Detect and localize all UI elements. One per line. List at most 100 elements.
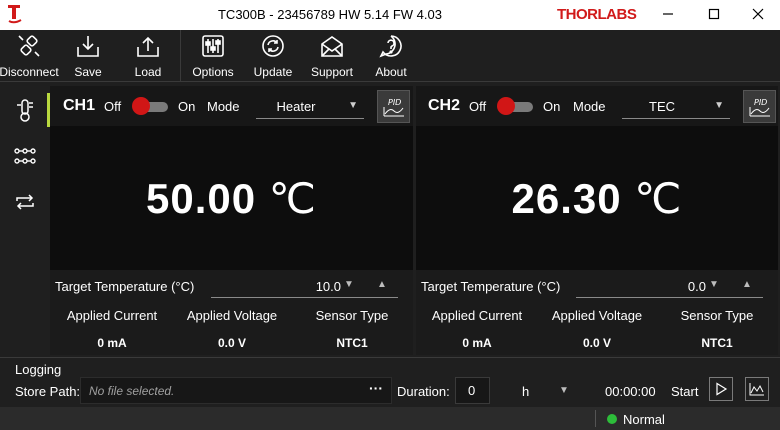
channel-2-output-toggle[interactable] [497,97,535,115]
channel-1-pid-button[interactable]: PID [377,90,410,123]
channel-2-target-decrement-icon[interactable]: ▼ [709,279,719,290]
duration-input[interactable]: 0 [455,377,490,404]
channel-2-name: CH2 [428,97,461,114]
pid-chart-icon: PID [383,98,404,116]
channel-2-actual-temperature: 26.30 ℃ [416,174,778,223]
channel-1-target-label: Target Temperature (°C) [55,279,195,294]
status-bar: Normal [0,407,780,430]
channel-2-target-value: 0.0 [687,279,706,294]
channel-1-applied-current-value: 0 mA [97,336,127,350]
toolbar: Disconnect Save Load Options Update Supp… [0,30,780,82]
channel-2-header: CH2 Off On Mode TEC ▼ PID [416,86,778,126]
log-chart-button[interactable] [745,377,769,401]
duration-unit-value: h [522,384,530,399]
channel-2-target-input[interactable]: 0.0 ▼ ▲ [576,274,763,298]
start-label: Start [671,384,699,399]
logging-title: Logging [15,362,62,377]
disconnect-label: Disconnect [0,65,59,79]
channel-2-on-label: On [543,99,561,114]
svg-text:PID: PID [388,98,401,107]
about-button[interactable]: About [370,30,412,82]
channel-1-mode-value: Heater [276,99,316,114]
update-button[interactable]: Update [252,30,294,82]
save-button[interactable]: Save [68,30,108,82]
title-bar: TC300B - 23456789 HW 5.14 FW 4.03 THORLA… [0,0,780,30]
channel-1-mode-label: Mode [207,99,240,114]
options-label: Options [192,65,234,79]
nav-temperature[interactable] [0,87,50,133]
options-button[interactable]: Options [190,30,236,82]
channel-1-actual-temperature: 50.00 ℃ [50,174,413,223]
save-icon [77,36,99,57]
status-indicator-icon [607,414,617,424]
channel-1-target-decrement-icon[interactable]: ▼ [344,279,354,290]
channel-1-target-increment-icon[interactable]: ▲ [377,279,387,290]
logging-panel: Logging Store Path: No file selected. ··… [0,357,780,405]
channel-1-name: CH1 [63,97,96,114]
channel-1-mode-select[interactable]: Heater ▼ [256,94,364,119]
close-icon [752,8,764,20]
channel-2-measurements: Applied Current 0 mA Applied Voltage 0.0… [416,302,778,355]
channel-1-output-toggle[interactable] [132,97,170,115]
load-button[interactable]: Load [128,30,168,82]
status-text: Normal [623,412,665,427]
sync-arrows-icon [16,194,34,210]
support-mail-icon [321,36,343,57]
about-label: About [375,65,407,79]
browse-button[interactable]: ··· [369,380,383,396]
connection-nodes-icon [14,148,36,164]
start-logging-button[interactable] [709,377,733,401]
chevron-down-icon: ▼ [559,385,569,396]
channel-2-target-increment-icon[interactable]: ▲ [742,279,752,290]
channel-2-applied-current-label: Applied Current [431,308,523,323]
options-sliders-icon [202,35,224,57]
load-label: Load [134,65,162,79]
support-button[interactable]: Support [309,30,355,82]
channel-1-off-label: Off [104,99,122,114]
brand-logo: THORLABS [557,6,637,23]
channel-2-target-row: Target Temperature (°C) 0.0 ▼ ▲ [416,270,778,302]
minimize-button[interactable] [646,2,690,26]
channel-2-applied-voltage-label: Applied Voltage [551,308,643,323]
maximize-button[interactable] [692,2,736,26]
load-icon [137,36,159,57]
duration-unit-select[interactable]: h ▼ [510,377,576,404]
pid-chart-icon: PID [749,98,770,116]
update-refresh-icon [262,35,284,57]
channel-1-sensor-type-value: NTC1 [336,336,368,350]
channel-1-header: CH1 Off On Mode Heater ▼ PID [50,86,413,126]
channel-1-applied-voltage-value: 0.0 V [217,336,247,350]
minimize-icon [663,13,673,15]
left-nav [0,83,50,355]
channel-2-pid-button[interactable]: PID [743,90,776,123]
channel-2-mode-select[interactable]: TEC ▼ [622,94,730,119]
channel-1-temperature-unit: ℃ [268,175,317,222]
elapsed-time: 00:00:00 [605,384,656,399]
nav-connections[interactable] [0,133,50,179]
channel-1-target-input[interactable]: 10.0 ▼ ▲ [211,274,398,298]
channel-2-off-label: Off [469,99,487,114]
channel-1-panel: CH1 Off On Mode Heater ▼ PID 50.00 ℃ Tar… [50,86,413,355]
maximize-icon [708,8,720,20]
store-path-label: Store Path: [15,384,81,399]
channel-2-sensor-type-label: Sensor Type [680,308,754,323]
close-button[interactable] [736,2,780,26]
nav-sync[interactable] [0,179,50,225]
play-icon [716,382,728,396]
channel-2-mode-label: Mode [573,99,606,114]
store-path-input[interactable]: No file selected. ··· [80,377,392,404]
support-label: Support [310,65,354,79]
about-question-icon [379,35,402,58]
channel-1-sensor-type-label: Sensor Type [315,308,389,323]
duration-label: Duration: [397,384,450,399]
disconnect-button[interactable]: Disconnect [0,30,59,82]
channel-2-panel: CH2 Off On Mode TEC ▼ PID 26.30 ℃ Target… [416,86,778,355]
channel-2-applied-current-value: 0 mA [462,336,492,350]
channel-2-mode-value: TEC [649,99,675,114]
toolbar-separator [180,30,181,82]
update-label: Update [253,65,293,79]
channel-2-target-label: Target Temperature (°C) [421,279,561,294]
thermometer-icon [17,99,33,122]
channel-2-sensor-type-value: NTC1 [701,336,733,350]
save-label: Save [74,65,102,79]
